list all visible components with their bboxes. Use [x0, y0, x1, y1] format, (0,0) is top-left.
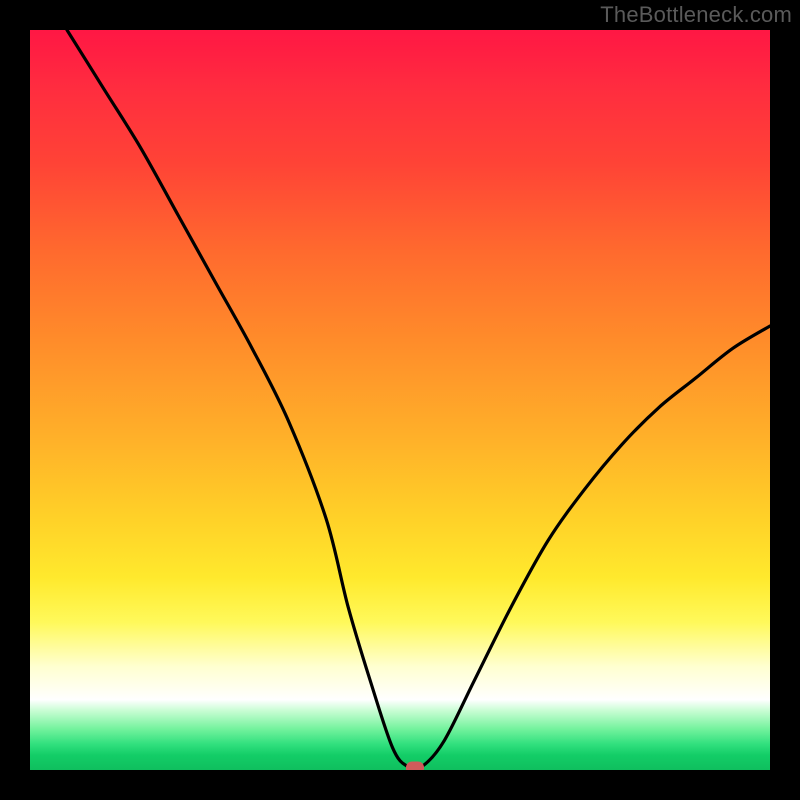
chart-frame: TheBottleneck.com — [0, 0, 800, 800]
optimal-point-marker — [406, 761, 424, 770]
bottleneck-curve — [30, 30, 770, 770]
watermark-text: TheBottleneck.com — [600, 2, 792, 28]
plot-area — [30, 30, 770, 770]
